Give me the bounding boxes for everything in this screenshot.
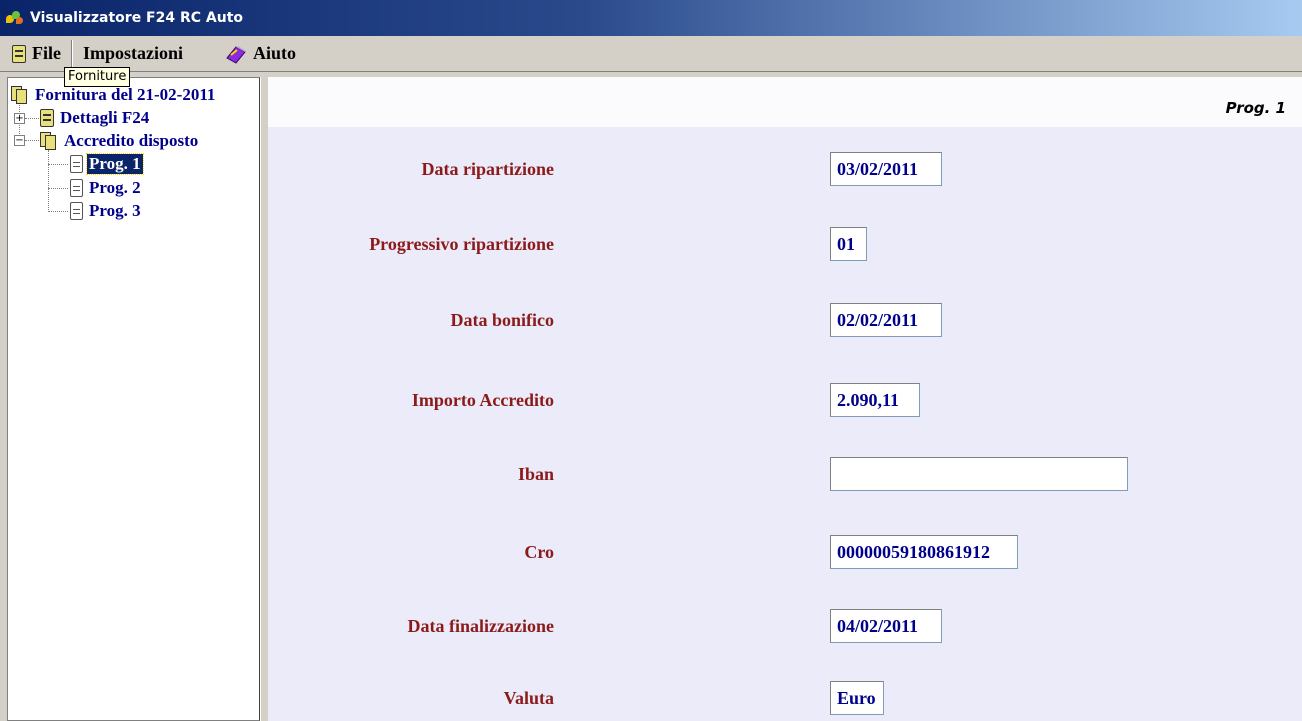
- tree-line: [48, 188, 68, 189]
- tree-line: [25, 118, 39, 119]
- tree-panel[interactable]: Fornitura del 21-02-2011 + Dettagli F24 …: [7, 77, 260, 721]
- menu-aiuto-label: Aiuto: [253, 43, 297, 63]
- menu-impostazioni[interactable]: Impostazioni: [77, 39, 189, 69]
- tree-item-fornitura[interactable]: Fornitura del 21-02-2011: [11, 84, 217, 106]
- window-titlebar: Visualizzatore F24 RC Auto: [0, 0, 1302, 36]
- menu-file[interactable]: File: [6, 39, 67, 69]
- detail-panel: Prog. 1 Data ripartizione 03/02/2011 Pro…: [268, 77, 1302, 721]
- field-label-cro: Cro: [524, 542, 554, 562]
- menu-bar: File Impostazioni Aiuto: [0, 36, 1302, 72]
- detail-header: Prog. 1: [268, 77, 1302, 127]
- field-iban[interactable]: [830, 457, 1128, 491]
- field-importo-accredito[interactable]: 2.090,11: [830, 383, 920, 417]
- document-icon: [70, 202, 83, 220]
- field-label-data-bonifico: Data bonifico: [450, 310, 555, 330]
- tree-item-prog-2[interactable]: Prog. 2: [70, 177, 143, 199]
- panel-splitter[interactable]: [260, 77, 268, 721]
- tree-line: [25, 140, 39, 141]
- field-label-importo-accredito: Importo Accredito: [411, 390, 554, 410]
- expand-icon[interactable]: +: [14, 113, 25, 124]
- field-label-progressivo-ripartizione: Progressivo ripartizione: [369, 234, 554, 254]
- help-book-icon: [226, 45, 247, 64]
- field-label-valuta: Valuta: [503, 688, 554, 708]
- tree-line: [48, 164, 68, 165]
- tree-item-label: Dettagli F24: [60, 108, 150, 127]
- document-folder-icon: [11, 86, 29, 104]
- database-icon: [40, 109, 54, 127]
- field-data-bonifico[interactable]: 02/02/2011: [830, 303, 942, 337]
- tree-item-label: Prog. 2: [89, 178, 141, 197]
- field-progressivo-ripartizione[interactable]: 01: [830, 227, 867, 261]
- menu-file-label: File: [32, 43, 61, 63]
- collapse-icon[interactable]: −: [14, 135, 25, 146]
- field-data-ripartizione[interactable]: 03/02/2011: [830, 152, 942, 186]
- tree-item-label: Prog. 1: [86, 153, 144, 175]
- field-valuta[interactable]: Euro: [830, 681, 884, 715]
- tree-item-prog-3[interactable]: Prog. 3: [70, 200, 143, 222]
- document-folder-icon: [40, 132, 58, 150]
- app-icon: [4, 9, 26, 27]
- tree-line: [48, 211, 68, 212]
- document-icon: [70, 179, 83, 197]
- window-title: Visualizzatore F24 RC Auto: [30, 10, 244, 26]
- field-label-data-ripartizione: Data ripartizione: [421, 159, 554, 179]
- tree-item-accredito[interactable]: Accredito disposto: [40, 130, 200, 152]
- menu-aiuto[interactable]: Aiuto: [219, 39, 302, 69]
- database-icon: [12, 44, 26, 63]
- tree-item-dettagli[interactable]: Dettagli F24: [40, 107, 151, 129]
- field-label-data-finalizzazione: Data finalizzazione: [407, 616, 554, 636]
- document-icon: [70, 155, 83, 173]
- field-data-finalizzazione[interactable]: 04/02/2011: [830, 609, 942, 643]
- menu-separator: [71, 39, 73, 68]
- menu-impostazioni-label: Impostazioni: [83, 43, 184, 63]
- tree-item-label: Accredito disposto: [64, 131, 199, 150]
- field-label-iban: Iban: [517, 464, 554, 484]
- tree-item-label: Prog. 3: [89, 201, 141, 220]
- field-cro[interactable]: 00000059180861912: [830, 535, 1018, 569]
- tree-line: [48, 150, 49, 212]
- tree-item-label: Fornitura del 21-02-2011: [35, 85, 216, 104]
- tooltip: Forniture: [64, 67, 131, 87]
- detail-header-title: Prog. 1: [1225, 99, 1286, 117]
- tree-item-prog-1[interactable]: Prog. 1: [70, 153, 144, 175]
